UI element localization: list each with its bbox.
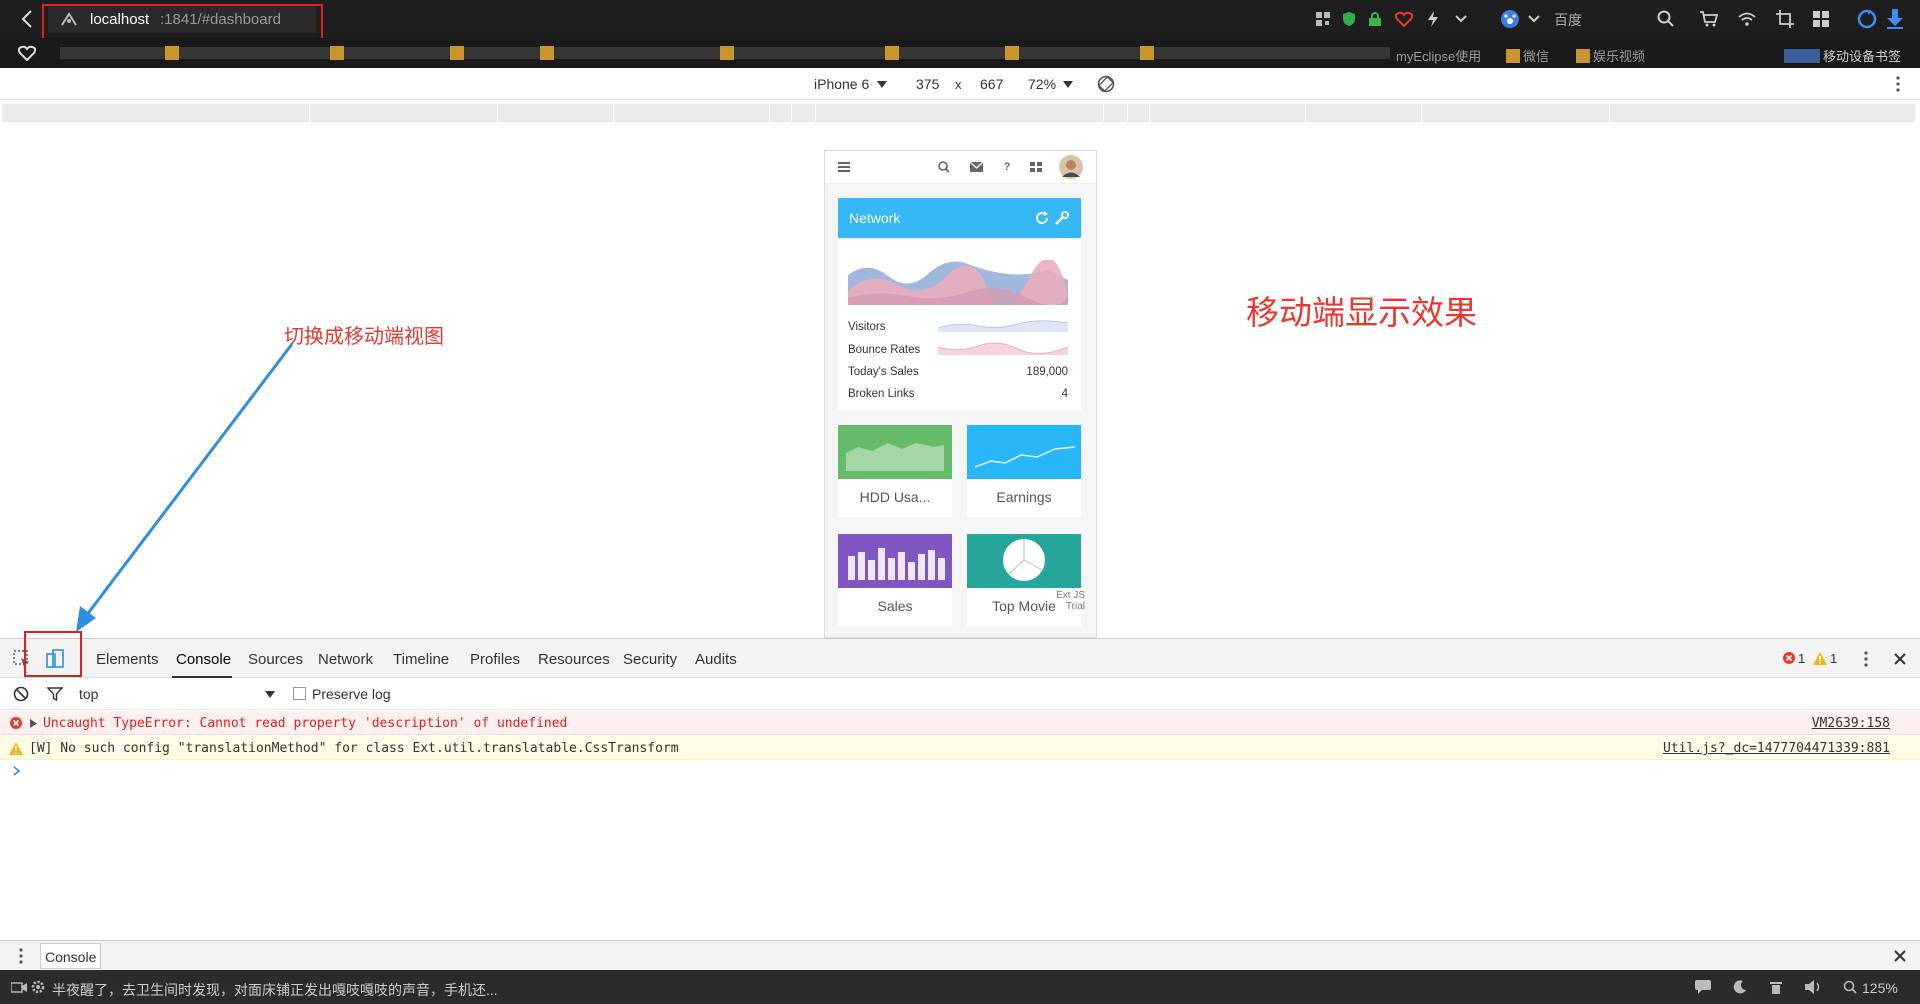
close-drawer-icon[interactable] <box>1892 948 1908 964</box>
tab-audits[interactable]: Audits <box>695 651 737 668</box>
tab-timeline[interactable]: Timeline <box>393 651 449 668</box>
warning-icon <box>8 741 23 755</box>
gear-icon[interactable] <box>30 979 46 995</box>
filter-icon[interactable] <box>46 686 64 702</box>
camera-icon[interactable] <box>10 980 28 994</box>
tab-profiles[interactable]: Profiles <box>470 651 520 668</box>
devtools-tabbar: Elements Console Sources Network Timelin… <box>0 631 1920 678</box>
drawer-menu-icon[interactable] <box>16 947 26 965</box>
context-select[interactable]: top <box>79 686 98 702</box>
drawer-tab-console[interactable]: Console <box>40 943 102 969</box>
console-toolbar: top Preserve log <box>0 678 1920 710</box>
console-message-error: Uncaught TypeError: Cannot read property… <box>0 711 1920 735</box>
zoom-icon[interactable] <box>1842 979 1858 995</box>
moon-icon[interactable] <box>1732 979 1748 995</box>
chat-icon[interactable] <box>1694 979 1712 995</box>
error-text: Uncaught TypeError: Cannot read property… <box>43 716 568 731</box>
tab-console[interactable]: Console <box>176 651 231 668</box>
clear-console-icon[interactable] <box>12 685 30 703</box>
warning-count[interactable]: 1 <box>1830 651 1837 666</box>
news-ticker[interactable]: 半夜醒了，去卫生间时发现，对面床铺正发出嘎吱嘎吱的声音，手机还... <box>52 980 498 1000</box>
context-caret-icon[interactable] <box>264 689 276 699</box>
annotation-arrow <box>76 343 294 632</box>
device-toggle-highlight-box <box>24 631 82 677</box>
browser-statusbar: 半夜醒了，去卫生间时发现，对面床铺正发出嘎吱嘎吱的声音，手机还... 125% <box>0 970 1920 1004</box>
console-prompt-icon[interactable] <box>10 764 22 778</box>
more-vert-icon[interactable] <box>1860 649 1872 669</box>
warning-text: [W] No such config "translationMethod" f… <box>29 741 679 756</box>
warning-count-icon[interactable] <box>1812 650 1828 666</box>
volume-icon[interactable] <box>1804 979 1824 995</box>
error-source-link[interactable]: VM2639:158 <box>1812 716 1890 731</box>
error-count[interactable]: 1 <box>1798 651 1805 666</box>
tab-security[interactable]: Security <box>623 651 677 668</box>
error-count-icon[interactable] <box>1782 651 1796 665</box>
cleanup-icon[interactable] <box>1768 979 1784 995</box>
devtools-drawer: Console <box>0 940 1920 970</box>
tab-elements[interactable]: Elements <box>96 651 159 668</box>
tab-resources[interactable]: Resources <box>538 651 610 668</box>
tab-sources[interactable]: Sources <box>248 651 303 668</box>
close-devtools-icon[interactable] <box>1892 651 1908 667</box>
warning-source-link[interactable]: Util.js?_dc=1477704471339:881 <box>1663 741 1890 756</box>
error-icon <box>9 716 23 730</box>
preserve-log-label[interactable]: Preserve log <box>312 686 391 702</box>
zoom-level[interactable]: 125% <box>1862 980 1898 996</box>
preserve-log-checkbox[interactable] <box>293 687 306 700</box>
tab-network[interactable]: Network <box>318 651 373 668</box>
console-message-warning: [W] No such config "translationMethod" f… <box>0 736 1920 760</box>
expand-triangle-icon[interactable] <box>28 718 38 728</box>
